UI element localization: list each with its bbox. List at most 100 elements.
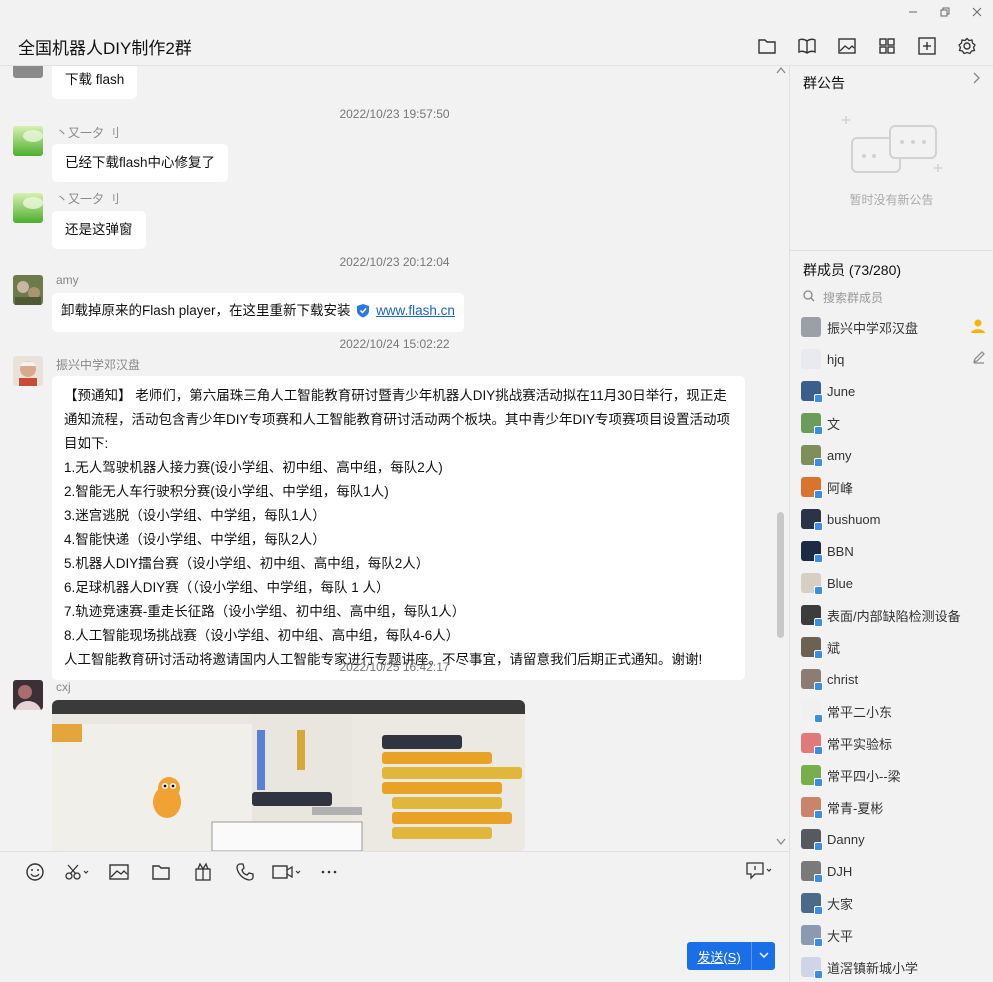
chat-history-icon[interactable] [745,860,775,883]
restore-icon[interactable] [929,0,961,24]
member-item[interactable]: Danny [801,828,986,851]
message-link[interactable]: www.flash.cn [376,303,455,318]
mobile-badge-icon [814,906,823,915]
member-item[interactable]: 大家 [801,892,986,915]
folder-icon[interactable] [755,34,779,58]
member-item[interactable]: 常平实验标 [801,732,986,755]
message-bubble[interactable]: 下载 flash [52,66,138,99]
member-item[interactable]: BBN [801,540,986,563]
member-item[interactable]: 斌 [801,636,986,659]
chevron-right-icon[interactable] [973,72,981,87]
member-name: 斌 [827,640,841,656]
folder-icon[interactable] [140,860,182,884]
member-item[interactable]: 振兴中学邓汉盘 [801,316,986,338]
sender-name: amy [56,273,79,287]
member-name: hjq [827,351,845,367]
member-name: bushuom [827,511,881,527]
scissors-icon[interactable] [56,860,98,884]
minimize-icon[interactable] [897,0,929,24]
timestamp: 2022/10/25 16:42:17 [339,660,450,674]
member-item[interactable]: 表面/内部缺陷检测设备 [801,604,986,627]
member-item[interactable]: Blue [801,572,986,595]
settings-icon[interactable] [955,34,979,58]
member-item[interactable]: 常平四小--梁 [801,764,986,787]
member-item[interactable]: 大平 [801,924,986,947]
member-avatar [801,477,823,499]
emoji-icon[interactable] [14,860,56,884]
avatar[interactable] [13,680,43,710]
message-bubble[interactable]: 已经下载flash中心修复了 [52,144,229,182]
scroll-down-icon[interactable] [776,838,786,849]
mobile-badge-icon [814,746,823,755]
window-controls [897,0,993,24]
message-bubble[interactable]: 还是这弹窗 [52,211,146,249]
send-button[interactable]: 发送(S) [687,942,775,970]
member-avatar [801,317,821,337]
sender-name: 丶又一夕 刂 [56,126,120,140]
member-avatar [801,637,823,659]
member-item[interactable]: 常青-夏彬 [801,796,986,819]
apps-icon[interactable] [875,34,899,58]
member-name: 常平二小东 [827,704,893,720]
member-item[interactable]: 阿峰 [801,476,986,499]
avatar[interactable] [13,275,43,305]
avatar[interactable] [13,126,43,156]
gift-icon[interactable] [182,860,224,884]
member-item[interactable]: DJH [801,860,986,883]
close-icon[interactable] [961,0,993,24]
member-avatar [801,733,823,755]
video-icon[interactable] [266,860,308,884]
shield-icon [356,303,370,324]
message-bubble[interactable]: 卸载掉原来的Flash player，在这里重新下载安装 www.flash.c… [52,293,464,332]
message-line: 2.智能无人车行驶积分赛(设小学组、中学组，每队1人) [64,484,389,499]
member-search[interactable]: 搜索群成员 [803,289,883,306]
member-name: Danny [827,831,865,847]
member-item[interactable]: 常平二小东 [801,700,986,723]
header-toolbar [755,34,979,58]
mobile-badge-icon [814,810,823,819]
image-icon[interactable] [835,34,859,58]
image-message[interactable] [52,700,525,851]
message-line: 3.迷宫逃脱（设小学组、中学组，每队1人） [64,508,326,523]
mobile-badge-icon [814,458,823,467]
mobile-badge-icon [814,490,823,499]
member-name: 阿峰 [827,480,854,496]
message-input-area[interactable] [0,851,789,982]
member-avatar [801,765,823,787]
message-bubble[interactable]: 【预通知】 老师们，第六届珠三角人工智能教育研讨暨青少年机器人DIY挑战赛活动拟… [52,376,745,680]
member-name: 道滘镇新城小学 [827,960,919,976]
phone-icon[interactable] [224,860,266,884]
member-name: 文 [827,416,841,432]
image-icon[interactable] [98,860,140,884]
book-icon[interactable] [795,34,819,58]
mobile-badge-icon [814,938,823,947]
more-icon[interactable] [308,860,350,884]
mobile-badge-icon [814,842,823,851]
member-item[interactable]: 文 [801,412,986,435]
avatar[interactable] [13,193,43,223]
chat-scrollbar[interactable] [777,512,784,638]
mobile-badge-icon [814,874,823,883]
member-item[interactable]: christ [801,668,986,691]
avatar[interactable] [13,356,43,386]
owner-icon [970,318,986,337]
avatar[interactable] [13,66,43,78]
member-item[interactable]: June [801,380,986,403]
chat-window: 全国机器人DIY制作2群 下载 flash 2022/10/23 19:57:5… [0,0,993,982]
member-item[interactable]: 道滘镇新城小学 [801,956,986,979]
sender-name: cxj [56,680,71,694]
add-icon[interactable] [915,34,939,58]
mobile-badge-icon [814,714,823,723]
member-item[interactable]: hjq [801,348,986,370]
scroll-up-icon[interactable] [776,66,786,77]
member-item[interactable]: amy [801,444,986,467]
chevron-down-icon[interactable] [752,951,775,962]
edit-icon [972,350,986,367]
member-name: 常平实验标 [827,736,893,752]
member-name: 常青-夏彬 [827,800,884,816]
member-item[interactable]: bushuom [801,508,986,531]
member-name: June [827,383,856,399]
mobile-badge-icon [814,970,823,979]
message-line: 1.无人驾驶机器人接力赛(设小学组、初中组、高中组，每队2人) [64,460,443,475]
members-title: 群成员 (73/280) [803,262,902,278]
